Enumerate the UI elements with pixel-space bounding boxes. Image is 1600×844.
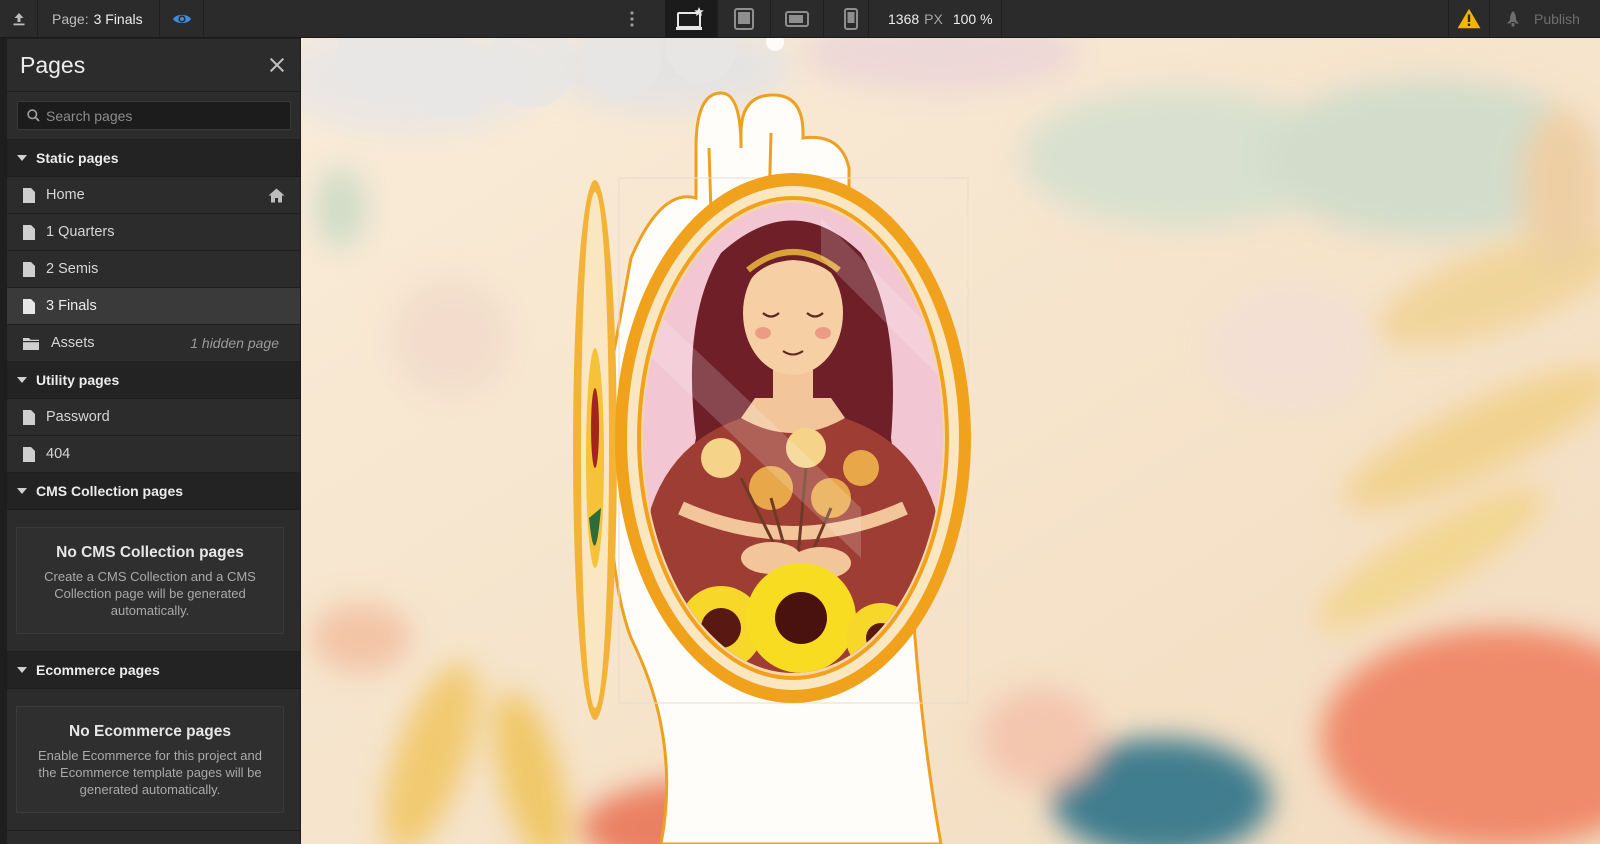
folder-icon — [23, 337, 39, 350]
caret-down-icon — [17, 667, 27, 673]
section-label: Static pages — [36, 150, 119, 166]
warning-button[interactable] — [1448, 0, 1490, 37]
section-label: Ecommerce pages — [36, 662, 160, 678]
ecommerce-empty-state: No Ecommerce pages Enable Ecommerce for … — [16, 706, 284, 813]
section-cms-pages[interactable]: CMS Collection pages — [7, 473, 300, 510]
search-icon — [27, 109, 40, 122]
pages-panel: Pages Static pages Home 1 Quarters 2 Sem… — [7, 39, 301, 844]
hidden-page-hint: 1 hidden page — [190, 335, 279, 351]
section-label: Utility pages — [36, 372, 120, 388]
page-icon — [23, 224, 35, 240]
ecommerce-empty-area: No Ecommerce pages Enable Ecommerce for … — [7, 689, 300, 831]
export-button[interactable] — [0, 0, 38, 37]
canvas-width-value: 1368 — [888, 10, 920, 27]
search-area — [7, 92, 300, 140]
page-item-password[interactable]: Password — [7, 399, 300, 436]
current-page-name: 3 Finals — [93, 10, 143, 27]
design-canvas[interactable] — [301, 38, 1600, 844]
warning-icon — [1457, 8, 1481, 29]
ecommerce-empty-description: Enable Ecommerce for this project and th… — [38, 748, 262, 797]
canvas-width-unit: PX — [924, 10, 943, 27]
panel-title: Pages — [20, 51, 86, 78]
home-icon — [268, 188, 285, 203]
portrait-locket — [615, 173, 971, 703]
upload-icon — [13, 12, 24, 25]
ecommerce-empty-title: No Ecommerce pages — [69, 723, 231, 740]
more-options-button[interactable] — [618, 0, 646, 37]
section-static-pages[interactable]: Static pages — [7, 140, 300, 177]
mobile-portrait-icon — [843, 7, 858, 30]
rocket-icon — [1507, 10, 1519, 26]
search-box — [17, 101, 291, 130]
cms-empty-description: Create a CMS Collection and a CMS Collec… — [44, 569, 256, 618]
page-item-label: Password — [46, 409, 110, 425]
section-utility-pages[interactable]: Utility pages — [7, 362, 300, 399]
page-item-3-finals[interactable]: 3 Finals — [7, 288, 300, 325]
page-label: Page: — [52, 10, 89, 27]
page-item-404[interactable]: 404 — [7, 436, 300, 473]
caret-down-icon — [17, 377, 27, 383]
cms-empty-title: No CMS Collection pages — [56, 544, 244, 561]
top-toolbar: Page: 3 Finals 1368 PX 100 % Publish — [0, 0, 1600, 38]
desktop-star-icon — [676, 6, 704, 30]
eye-icon — [172, 14, 191, 23]
page-icon — [23, 261, 35, 277]
page-item-1-quarters[interactable]: 1 Quarters — [7, 214, 300, 251]
cms-empty-area: No CMS Collection pages Create a CMS Col… — [7, 510, 300, 652]
page-icon — [23, 446, 35, 462]
section-label: CMS Collection pages — [36, 483, 184, 499]
caret-down-icon — [17, 488, 27, 494]
breakpoint-tablet-button[interactable] — [718, 0, 771, 37]
zoom-level: 100 % — [952, 10, 993, 27]
page-item-label: 3 Finals — [46, 298, 97, 314]
page-item-label: 2 Semis — [46, 261, 99, 277]
caret-down-icon — [17, 155, 27, 161]
search-input[interactable] — [46, 107, 276, 124]
page-item-home[interactable]: Home — [7, 177, 300, 214]
current-page-selector[interactable]: Page: 3 Finals — [38, 0, 160, 37]
canvas-width-readout[interactable]: 1368 PX 100 % — [868, 0, 1002, 37]
folder-item-assets[interactable]: Assets 1 hidden page — [7, 325, 300, 362]
breakpoint-mobile-landscape-button[interactable] — [771, 0, 824, 37]
page-item-label: 404 — [46, 446, 71, 462]
preview-button[interactable] — [160, 0, 204, 37]
breakpoint-desktop-button[interactable] — [665, 0, 718, 37]
page-item-2-semis[interactable]: 2 Semis — [7, 251, 300, 288]
tablet-icon — [734, 7, 754, 30]
side-locket — [573, 180, 617, 720]
page-item-label: Home — [46, 187, 85, 203]
publish-label: Publish — [1534, 10, 1580, 27]
close-icon[interactable] — [268, 56, 286, 74]
page-icon — [23, 187, 35, 203]
mobile-landscape-icon — [785, 10, 809, 27]
cms-empty-state: No CMS Collection pages Create a CMS Col… — [16, 527, 284, 634]
page-icon — [23, 409, 35, 425]
page-icon — [23, 298, 35, 314]
page-item-label: 1 Quarters — [46, 224, 115, 240]
publish-button[interactable]: Publish — [1490, 0, 1600, 37]
left-toolbar-strip — [0, 38, 7, 844]
panel-header: Pages — [7, 39, 300, 92]
section-ecommerce-pages[interactable]: Ecommerce pages — [7, 652, 300, 689]
canvas-illustration — [301, 38, 1600, 844]
vertical-dots-icon — [630, 10, 634, 27]
folder-item-label: Assets — [51, 335, 95, 351]
